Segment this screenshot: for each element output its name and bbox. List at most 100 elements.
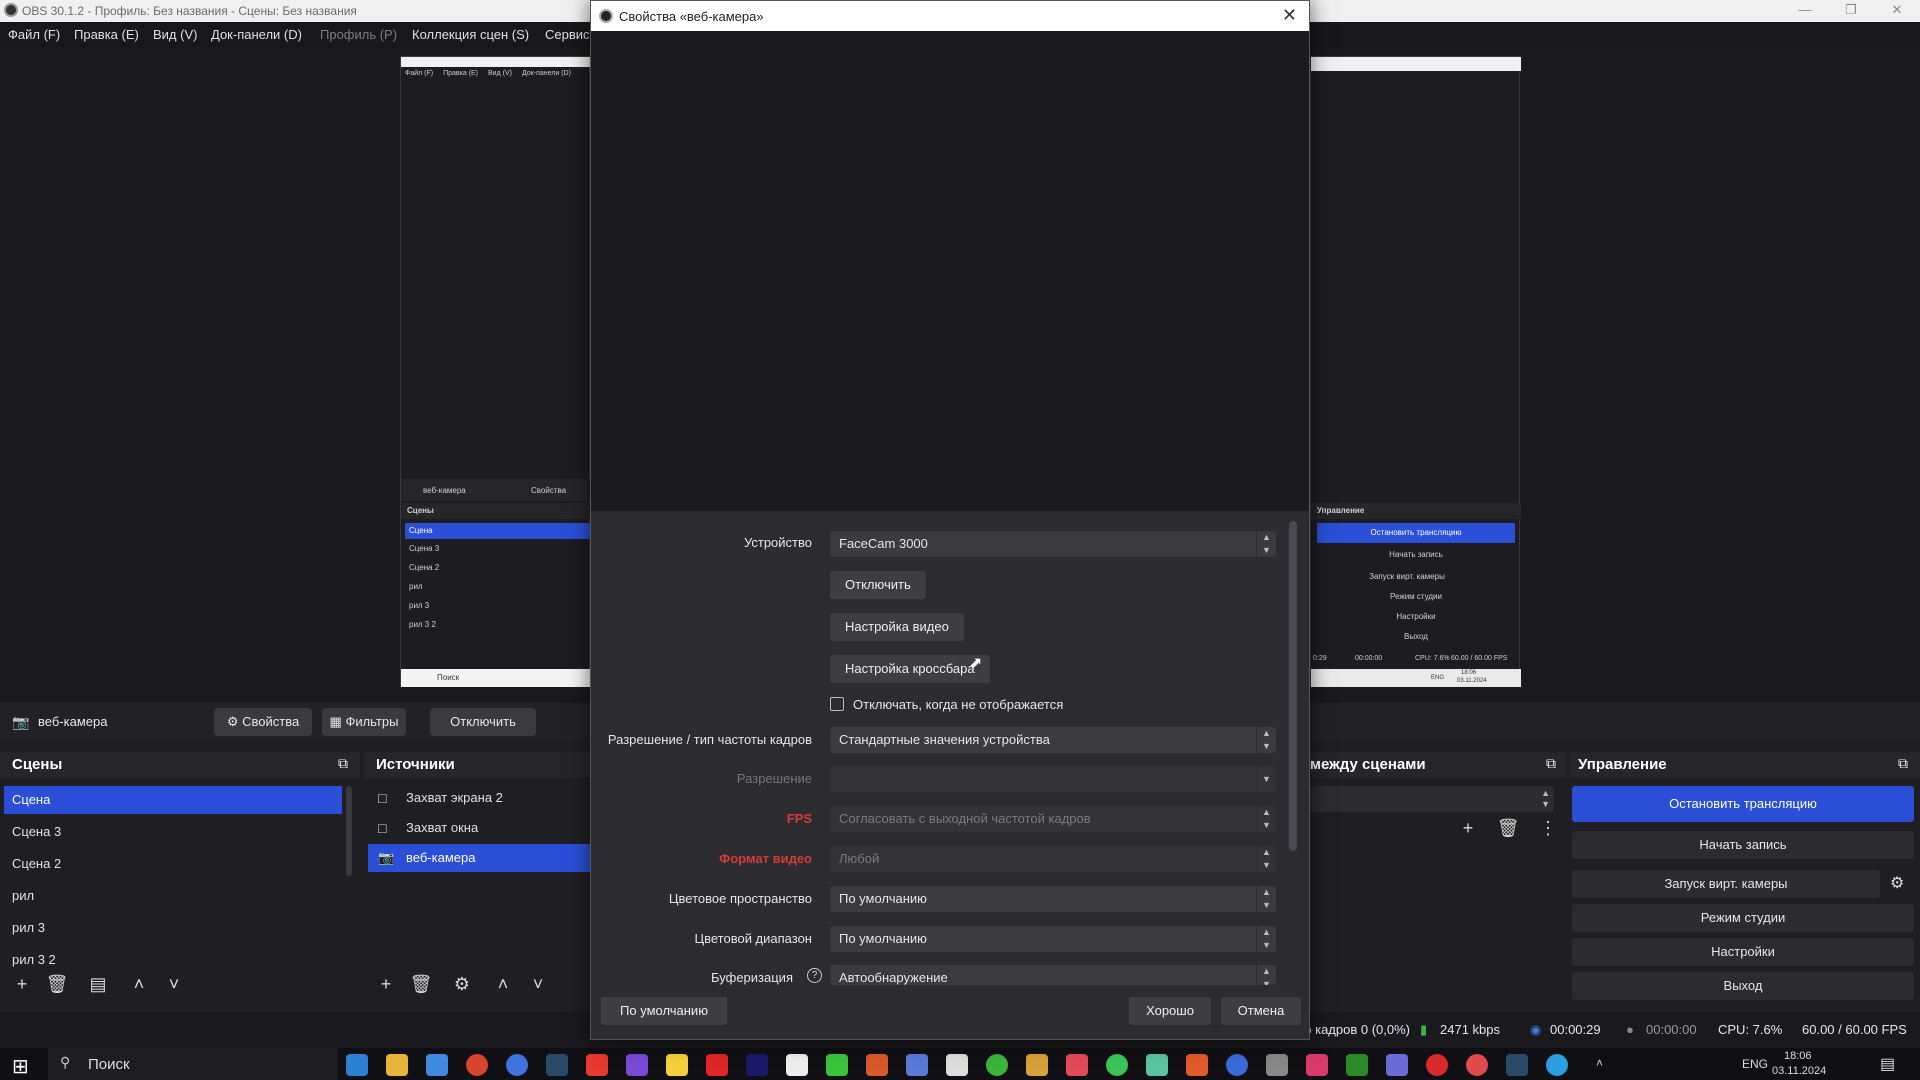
virtual-camera-button[interactable]: Запуск вирт. камеры [1572, 870, 1880, 898]
brave-icon[interactable] [1186, 1054, 1208, 1076]
steam-icon[interactable] [1506, 1054, 1528, 1076]
app-icon[interactable] [1266, 1054, 1288, 1076]
video-format-select[interactable]: Любой ▲ ▼ [830, 846, 1276, 872]
color-range-select[interactable]: По умолчанию ▲ ▼ [830, 926, 1276, 952]
ok-button[interactable]: Хорошо [1129, 997, 1211, 1025]
app-icon[interactable] [1146, 1054, 1168, 1076]
menu-profile[interactable]: Профиль (P) [320, 27, 397, 42]
windows-start-icon[interactable]: ⊞ [12, 1054, 29, 1079]
app-icon[interactable] [826, 1054, 848, 1076]
yandex-browser-icon[interactable] [1466, 1054, 1488, 1076]
telegram-icon[interactable] [1546, 1054, 1568, 1076]
app-icon[interactable] [1066, 1054, 1088, 1076]
menu-file[interactable]: Файл (F) [8, 27, 60, 42]
chrome-icon[interactable] [466, 1054, 488, 1076]
gear-icon[interactable]: ⚙ [1890, 873, 1904, 893]
tray-chevron-icon[interactable]: ˄ [1596, 1056, 1603, 1070]
move-up-icon[interactable]: ˄ [127, 974, 151, 995]
app-icon[interactable] [866, 1054, 888, 1076]
whatsapp-icon[interactable] [1106, 1054, 1128, 1076]
undock-icon[interactable]: ⧉ [1898, 755, 1908, 772]
transition-select[interactable]: ▲ ▼ [1310, 786, 1554, 812]
deactivate-device-button[interactable]: Отключить [830, 571, 926, 599]
deactivate-button[interactable]: Отключить [430, 708, 536, 736]
start-record-button[interactable]: Начать запись [1572, 831, 1914, 859]
undock-icon[interactable]: ⧉ [1546, 755, 1556, 772]
scene-item[interactable]: рил 3 [4, 914, 342, 942]
move-up-icon[interactable]: ˄ [491, 974, 515, 995]
app-icon[interactable] [1346, 1054, 1368, 1076]
undock-icon[interactable]: ⧉ [338, 755, 348, 772]
app-icon[interactable] [1226, 1054, 1248, 1076]
deactivate-when-hidden-checkbox[interactable] [830, 697, 844, 711]
player-icon[interactable] [666, 1054, 688, 1076]
crossbar-config-button[interactable]: Настройка кроссбара [830, 655, 990, 683]
add-source-icon[interactable]: + [374, 974, 398, 995]
properties-button[interactable]: ⚙ Свойства [214, 708, 312, 736]
menu-tools[interactable]: Сервис [545, 27, 590, 42]
cancel-button[interactable]: Отмена [1221, 997, 1301, 1025]
taskbar-lang[interactable]: ENG [1742, 1057, 1768, 1071]
menu-edit[interactable]: Правка (E) [74, 27, 139, 42]
scene-item[interactable]: Сцена 3 [4, 818, 342, 846]
video-config-button[interactable]: Настройка видео [830, 613, 964, 641]
device-select[interactable]: FaceCam 3000 ▲ ▼ [830, 531, 1276, 557]
menu-scene-collection[interactable]: Коллекция сцен (S) [412, 27, 529, 42]
defaults-button[interactable]: По умолчанию [601, 997, 727, 1025]
gamepad-icon[interactable] [1026, 1054, 1048, 1076]
scene-item[interactable]: рил 3 2 [4, 946, 342, 974]
source-settings-icon[interactable]: ⚙ [450, 974, 474, 995]
color-space-select[interactable]: По умолчанию ▲ ▼ [830, 886, 1276, 912]
menu-view[interactable]: Вид (V) [153, 27, 197, 42]
resolution-select[interactable]: ▼ [830, 766, 1276, 792]
edge-icon[interactable] [346, 1054, 368, 1076]
opera-icon[interactable] [1426, 1054, 1448, 1076]
exit-button[interactable]: Выход [1572, 972, 1914, 1000]
taskbar-search[interactable]: ⚲ Поиск [48, 1048, 338, 1080]
source-item[interactable]: 📷 веб-камера [368, 844, 590, 872]
scene-item[interactable]: Сцена 2 [4, 850, 342, 878]
viber-icon[interactable] [626, 1054, 648, 1076]
remove-source-icon[interactable]: 🗑 [409, 974, 433, 995]
transition-menu-icon[interactable]: ⋮ [1536, 818, 1560, 839]
scene-filters-icon[interactable]: ▤ [86, 974, 110, 995]
move-down-icon[interactable]: ˅ [162, 974, 186, 995]
scene-item[interactable]: Сцена [4, 786, 342, 814]
studio-mode-button[interactable]: Режим студии [1572, 904, 1914, 932]
zoom-icon[interactable] [506, 1054, 528, 1076]
remove-scene-icon[interactable]: 🗑 [45, 974, 69, 995]
steam-icon[interactable] [546, 1054, 568, 1076]
source-item[interactable]: □ Захват окна [368, 814, 590, 842]
premiere-icon[interactable] [746, 1054, 768, 1076]
close-window-button[interactable]: ✕ [1874, 0, 1920, 22]
remove-transition-icon[interactable]: 🗑 [1496, 818, 1520, 839]
filters-button[interactable]: ▦ Фильтры [322, 708, 406, 736]
buffering-select[interactable]: Автообнаружение ▲ ▼ [830, 965, 1276, 985]
app-icon[interactable] [1386, 1054, 1408, 1076]
yandex-icon[interactable] [586, 1054, 608, 1076]
mail-icon[interactable] [426, 1054, 448, 1076]
maximize-button[interactable]: ❐ [1828, 0, 1874, 22]
notifications-icon[interactable]: ▤ [1880, 1054, 1895, 1074]
move-down-icon[interactable]: ˅ [526, 974, 550, 995]
menu-docks[interactable]: Док-панели (D) [211, 27, 302, 42]
add-transition-icon[interactable]: + [1456, 818, 1480, 839]
minimize-button[interactable]: — [1782, 0, 1828, 22]
close-icon[interactable]: ✕ [1282, 5, 1297, 26]
help-icon[interactable]: ? [807, 968, 822, 983]
chrome-icon[interactable] [986, 1054, 1008, 1076]
app-icon[interactable] [1306, 1054, 1328, 1076]
app-icon[interactable] [906, 1054, 928, 1076]
dialog-scrollbar[interactable] [1289, 521, 1297, 851]
folder-icon[interactable] [386, 1054, 408, 1076]
scene-item[interactable]: рил [4, 882, 342, 910]
app-icon[interactable] [946, 1054, 968, 1076]
res-type-select[interactable]: Стандартные значения устройства ▲ ▼ [830, 727, 1276, 753]
settings-button[interactable]: Настройки [1572, 938, 1914, 966]
source-item[interactable]: □ Захват экрана 2 [368, 784, 590, 812]
add-scene-icon[interactable]: + [10, 974, 34, 995]
stop-stream-button[interactable]: Остановить трансляцию [1572, 786, 1914, 822]
scenes-scrollbar[interactable] [346, 786, 352, 876]
youtube-icon[interactable] [706, 1054, 728, 1076]
fps-select[interactable]: Согласовать с выходной частотой кадров ▲… [830, 806, 1276, 832]
